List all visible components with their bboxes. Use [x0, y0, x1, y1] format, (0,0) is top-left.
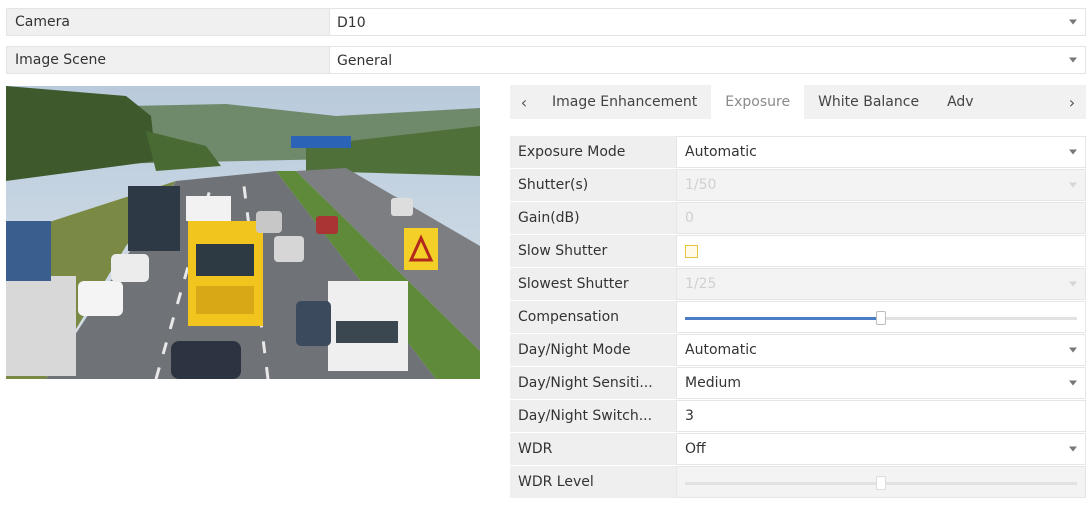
image-scene-label: Image Scene — [7, 47, 330, 73]
camera-label: Camera — [7, 9, 330, 35]
shutter-row: Shutter(s) 1/50 — [510, 169, 1086, 202]
tab-advanced[interactable]: Adv — [933, 85, 988, 119]
exposure-settings-form: Exposure Mode Automatic Shutter(s) 1/50 … — [510, 136, 1086, 499]
slow-shutter-row: Slow Shutter — [510, 235, 1086, 268]
wdr-row: WDR Off — [510, 433, 1086, 466]
compensation-slider-fill — [685, 317, 881, 320]
chevron-down-icon — [1069, 149, 1077, 155]
day-night-sensitivity-row: Day/Night Sensiti... Medium — [510, 367, 1086, 400]
gain-row: Gain(dB) 0 — [510, 202, 1086, 235]
shutter-value: 1/50 — [685, 177, 717, 193]
slowest-shutter-row: Slowest Shutter 1/25 — [510, 268, 1086, 301]
wdr-level-slider-handle — [876, 476, 886, 490]
camera-row: Camera D10 — [6, 8, 1086, 36]
chevron-down-icon — [1069, 347, 1077, 353]
slowest-shutter-label: Slowest Shutter — [510, 268, 676, 300]
exposure-mode-select[interactable]: Automatic — [676, 136, 1086, 168]
day-night-mode-value: Automatic — [685, 342, 757, 358]
camera-select-value: D10 — [337, 15, 366, 31]
tab-image-enhancement[interactable]: Image Enhancement — [538, 85, 711, 119]
chevron-down-icon — [1069, 19, 1077, 25]
tab-white-balance[interactable]: White Balance — [804, 85, 933, 119]
day-night-sensitivity-select[interactable]: Medium — [676, 367, 1086, 399]
chevron-down-icon — [1069, 380, 1077, 386]
gain-value: 0 — [685, 210, 694, 226]
chevron-down-icon — [1069, 281, 1077, 287]
camera-preview-image — [6, 86, 480, 379]
compensation-slider-handle[interactable] — [876, 311, 886, 325]
gain-input: 0 — [676, 202, 1086, 234]
day-night-mode-label: Day/Night Mode — [510, 334, 676, 366]
day-night-mode-select[interactable]: Automatic — [676, 334, 1086, 366]
tabs-scroll-left-button[interactable]: ‹ — [510, 93, 538, 112]
day-night-switch-input[interactable]: 3 — [676, 400, 1086, 432]
image-scene-row: Image Scene General — [6, 46, 1086, 74]
chevron-down-icon — [1069, 182, 1077, 188]
wdr-level-slider-fill — [685, 482, 881, 485]
wdr-level-slider — [685, 476, 1077, 490]
camera-select[interactable]: D10 — [330, 9, 1085, 35]
compensation-label: Compensation — [510, 301, 676, 333]
shutter-select: 1/50 — [676, 169, 1086, 201]
tab-exposure[interactable]: Exposure — [711, 85, 805, 119]
compensation-slider[interactable] — [685, 311, 1077, 325]
image-scene-select-value: General — [337, 53, 393, 69]
exposure-mode-value: Automatic — [685, 144, 757, 160]
gain-label: Gain(dB) — [510, 202, 676, 234]
wdr-label: WDR — [510, 433, 676, 465]
wdr-value: Off — [685, 441, 706, 457]
day-night-switch-label: Day/Night Switch... — [510, 400, 676, 432]
slow-shutter-field — [676, 235, 1086, 267]
tabs-scroll-right-button[interactable]: › — [1058, 93, 1086, 112]
wdr-select[interactable]: Off — [676, 433, 1086, 465]
day-night-switch-value: 3 — [685, 408, 694, 424]
day-night-sensitivity-label: Day/Night Sensiti... — [510, 367, 676, 399]
day-night-mode-row: Day/Night Mode Automatic — [510, 334, 1086, 367]
slowest-shutter-select: 1/25 — [676, 268, 1086, 300]
exposure-mode-row: Exposure Mode Automatic — [510, 136, 1086, 169]
chevron-down-icon — [1069, 57, 1077, 63]
wdr-level-row: WDR Level — [510, 466, 1086, 499]
exposure-mode-label: Exposure Mode — [510, 136, 676, 168]
highway-scene-graphic — [6, 86, 480, 379]
compensation-field — [676, 301, 1086, 333]
settings-tab-bar: ‹ Image Enhancement Exposure White Balan… — [510, 85, 1086, 119]
day-night-switch-row: Day/Night Switch... 3 — [510, 400, 1086, 433]
day-night-sensitivity-value: Medium — [685, 375, 741, 391]
slowest-shutter-value: 1/25 — [685, 276, 717, 292]
slow-shutter-label: Slow Shutter — [510, 235, 676, 267]
image-scene-select[interactable]: General — [330, 47, 1085, 73]
shutter-label: Shutter(s) — [510, 169, 676, 201]
wdr-level-field — [676, 466, 1086, 498]
slow-shutter-checkbox[interactable] — [685, 245, 698, 258]
wdr-level-label: WDR Level — [510, 466, 676, 498]
chevron-down-icon — [1069, 446, 1077, 452]
compensation-row: Compensation — [510, 301, 1086, 334]
